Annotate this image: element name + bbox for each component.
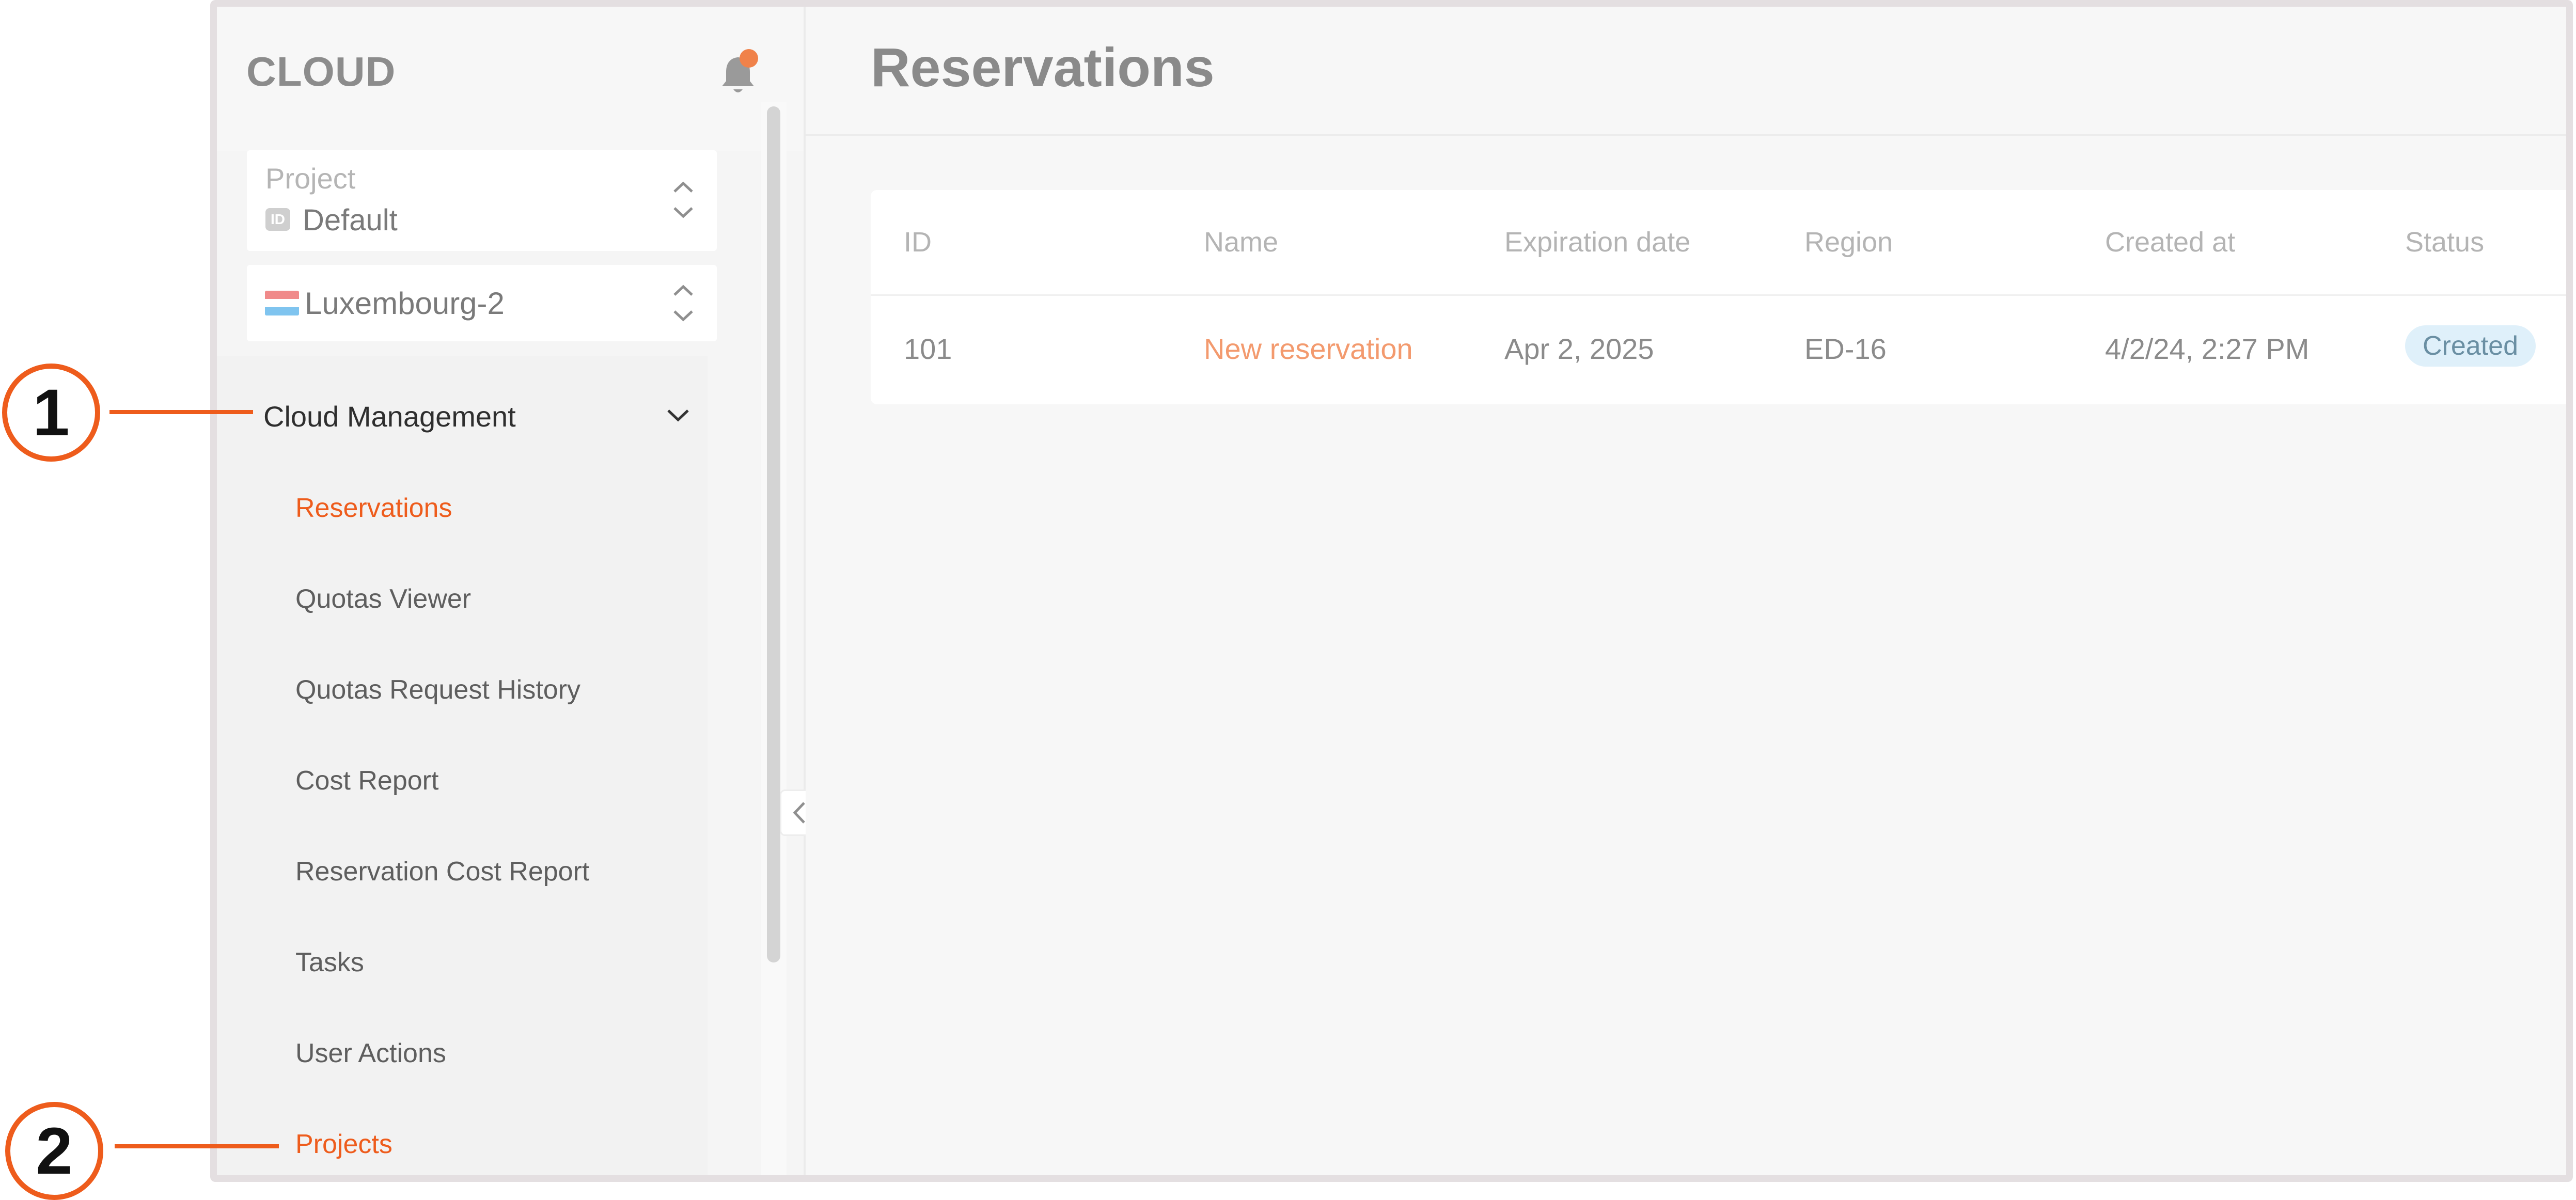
reservations-table: ID Name Expiration date Region Created a…: [871, 190, 2566, 404]
region-value: Luxembourg-2: [305, 286, 505, 321]
sidebar-item-projects[interactable]: Projects: [295, 1129, 392, 1160]
project-value: Default: [303, 203, 398, 237]
callout-line-2: [115, 1144, 279, 1148]
callout-marker-2: 2: [5, 1102, 103, 1200]
sidebar-item-cost-report[interactable]: Cost Report: [295, 765, 438, 796]
app-logo: CLOUD: [246, 49, 396, 94]
page-title: Reservations: [871, 37, 1215, 98]
chevron-up-down-icon: [673, 181, 693, 218]
project-label: Project: [265, 162, 356, 195]
column-header-created-at[interactable]: Created at: [2105, 226, 2235, 258]
flag-icon: [265, 291, 299, 315]
status-badge: Created: [2405, 325, 2536, 367]
nav-group-cloud-management[interactable]: Cloud Management: [263, 400, 516, 433]
scrollbar-thumb[interactable]: [767, 106, 780, 962]
notification-dot: [740, 49, 758, 68]
column-header-region[interactable]: Region: [1804, 226, 1893, 258]
callout-marker-1: 1: [2, 364, 100, 462]
page-header: Reservations: [806, 7, 2566, 136]
column-header-id[interactable]: ID: [904, 226, 932, 258]
callout-line-1: [109, 410, 253, 414]
nav-panel: Cloud Management Reservations Quotas Vie…: [217, 356, 708, 1175]
cell-expiration-date: Apr 2, 2025: [1504, 333, 1654, 365]
sidebar: CLOUD Project ID Default Luxembourg-2 Cl…: [217, 7, 806, 1175]
chevron-down-icon[interactable]: [665, 402, 691, 428]
region-selector[interactable]: Luxembourg-2: [247, 265, 717, 341]
column-header-expiration-date[interactable]: Expiration date: [1504, 226, 1690, 258]
column-header-name[interactable]: Name: [1204, 226, 1278, 258]
cell-created-at: 4/2/24, 2:27 PM: [2105, 333, 2310, 365]
cell-region: ED-16: [1804, 333, 1887, 365]
notification-bell-button[interactable]: [718, 48, 764, 100]
sidebar-item-reservation-cost-report[interactable]: Reservation Cost Report: [295, 856, 589, 887]
sidebar-item-user-actions[interactable]: User Actions: [295, 1038, 446, 1069]
column-header-status[interactable]: Status: [2405, 226, 2484, 258]
reservation-name-link[interactable]: New reservation: [1204, 332, 1413, 366]
sidebar-item-quotas-request-history[interactable]: Quotas Request History: [295, 674, 580, 705]
sidebar-item-reservations[interactable]: Reservations: [295, 493, 452, 524]
app-window: CLOUD Project ID Default Luxembourg-2 Cl…: [210, 0, 2573, 1182]
sidebar-item-quotas-viewer[interactable]: Quotas Viewer: [295, 583, 471, 614]
main-content: Reservations ID Name Expiration date Reg…: [806, 7, 2566, 1175]
sidebar-item-tasks[interactable]: Tasks: [295, 947, 364, 978]
chevron-up-down-icon: [673, 285, 693, 322]
table-header: ID Name Expiration date Region Created a…: [871, 190, 2566, 296]
id-badge: ID: [265, 208, 290, 231]
bell-icon: [722, 49, 758, 92]
cell-id: 101: [904, 333, 952, 365]
project-selector[interactable]: Project ID Default: [247, 150, 717, 251]
sidebar-scrollbar[interactable]: [761, 102, 787, 1175]
